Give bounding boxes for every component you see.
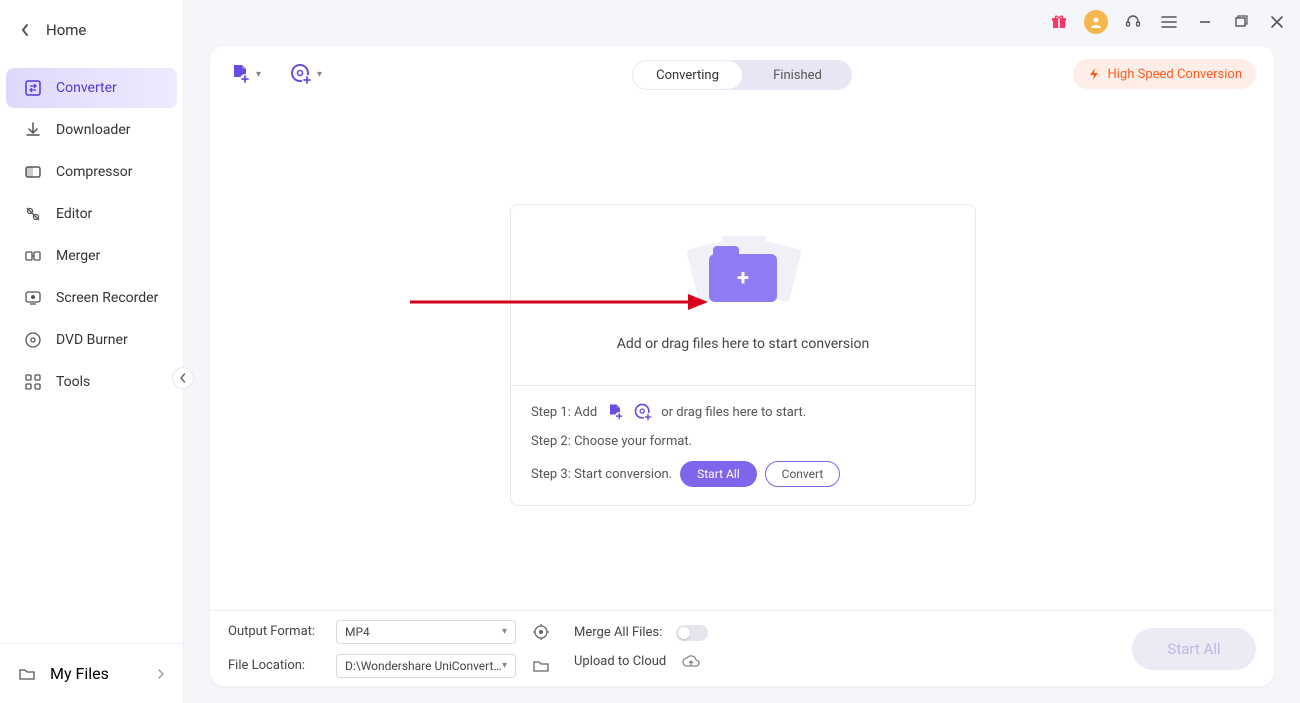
file-location-label: File Location: [228, 658, 322, 673]
close-button[interactable] [1266, 11, 1288, 33]
sidebar-item-downloader[interactable]: Downloader [6, 110, 177, 150]
chevron-left-icon [20, 23, 30, 37]
user-icon [1089, 15, 1103, 29]
high-speed-conversion-button[interactable]: High Speed Conversion [1073, 59, 1256, 89]
minimize-button[interactable] [1194, 11, 1216, 33]
sidebar-item-compressor[interactable]: Compressor [6, 152, 177, 192]
add-disc-icon [289, 62, 313, 86]
dvd-burner-icon [24, 331, 42, 349]
add-disc-button[interactable]: ▾ [289, 62, 322, 86]
chevron-down-icon: ▾ [317, 69, 322, 80]
file-location-select[interactable]: D:\Wondershare UniConverter ▾ [336, 654, 516, 678]
dropzone-prompt: Add or drag files here to start conversi… [617, 336, 870, 352]
editor-icon [24, 205, 42, 223]
tab-finished[interactable]: Finished [743, 61, 852, 89]
add-folder-icon: + [709, 254, 777, 302]
folder-illustration: + [678, 238, 808, 318]
sidebar-item-dvd-burner[interactable]: DVD Burner [6, 320, 177, 360]
sidebar-item-label: Screen Recorder [56, 290, 158, 306]
sidebar-item-converter[interactable]: Converter [6, 68, 177, 108]
my-files-label: My Files [50, 664, 109, 683]
start-all-main-button[interactable]: Start All [1132, 628, 1256, 670]
add-file-icon [228, 62, 252, 86]
dropzone-card: + Add or drag files here to start conver… [510, 204, 976, 506]
tab-label: Converting [656, 68, 719, 83]
titlebar [184, 0, 1300, 44]
sidebar-item-tools[interactable]: Tools [6, 362, 177, 402]
step1-text-b: or drag files here to start. [661, 405, 806, 420]
lightning-icon [1087, 67, 1101, 81]
chevron-down-icon: ▾ [502, 660, 507, 671]
output-settings-icon[interactable] [530, 621, 552, 643]
tools-icon [24, 373, 42, 391]
step1-text-a: Step 1: Add [531, 405, 597, 420]
tab-label: Finished [773, 68, 822, 83]
output-format-value: MP4 [345, 625, 370, 639]
maximize-button[interactable] [1230, 11, 1252, 33]
sidebar-list: Converter Downloader Compressor Editor M… [0, 60, 183, 402]
step-1: Step 1: Add or drag files here to start. [531, 402, 955, 422]
add-file-icon [605, 402, 625, 422]
convert-button[interactable]: Convert [765, 461, 841, 487]
steps-area: Step 1: Add or drag files here to start.… [511, 385, 975, 505]
converter-panel: ▾ ▾ Converting Finished High Speed Conve… [210, 46, 1274, 686]
panel-toolbar: ▾ ▾ Converting Finished High Speed Conve… [210, 46, 1274, 102]
output-format-select[interactable]: MP4 ▾ [336, 620, 516, 644]
upload-cloud-label: Upload to Cloud [574, 654, 666, 669]
merge-all-toggle[interactable] [676, 625, 708, 641]
main-area: ▾ ▾ Converting Finished High Speed Conve… [184, 0, 1300, 703]
home-label: Home [46, 21, 86, 39]
sidebar-item-screen-recorder[interactable]: Screen Recorder [6, 278, 177, 318]
compressor-icon [24, 163, 42, 181]
open-folder-icon[interactable] [530, 655, 552, 677]
sidebar-item-editor[interactable]: Editor [6, 194, 177, 234]
bottom-bar: Output Format: MP4 ▾ File Location: D:\W… [210, 610, 1274, 686]
start-all-label: Start All [697, 467, 740, 481]
home-back[interactable]: Home [0, 0, 183, 60]
sidebar-item-label: Downloader [56, 122, 131, 138]
merge-all-label: Merge All Files: [574, 625, 662, 640]
chevron-left-icon [179, 373, 187, 383]
chevron-down-icon: ▾ [256, 69, 261, 80]
output-format-label: Output Format: [228, 624, 322, 639]
step-2: Step 2: Choose your format. [531, 434, 955, 449]
add-file-button[interactable]: ▾ [228, 62, 261, 86]
convert-label: Convert [782, 467, 824, 481]
tab-converting[interactable]: Converting [633, 61, 742, 89]
status-tabs: Converting Finished [632, 60, 852, 90]
support-icon[interactable] [1122, 11, 1144, 33]
add-disc-icon [633, 402, 653, 422]
sidebar-item-label: DVD Burner [56, 332, 128, 348]
sidebar-item-label: Editor [56, 206, 92, 222]
my-files-button[interactable]: My Files [0, 643, 183, 703]
sidebar-item-label: Tools [56, 374, 90, 390]
merger-icon [24, 247, 42, 265]
cloud-upload-icon[interactable] [680, 651, 702, 673]
sidebar-item-label: Merger [56, 248, 100, 264]
converter-icon [24, 79, 42, 97]
sidebar-collapse-button[interactable] [172, 367, 194, 389]
menu-icon[interactable] [1158, 11, 1180, 33]
screen-recorder-icon [24, 289, 42, 307]
downloader-icon [24, 121, 42, 139]
user-avatar[interactable] [1084, 10, 1108, 34]
chevron-down-icon: ▾ [502, 626, 507, 637]
drop-target[interactable]: + Add or drag files here to start conver… [511, 205, 975, 385]
start-all-main-label: Start All [1167, 640, 1220, 658]
start-all-button[interactable]: Start All [680, 461, 757, 487]
sidebar: Home Converter Downloader Compressor Edi… [0, 0, 184, 703]
high-speed-label: High Speed Conversion [1107, 67, 1242, 82]
sidebar-item-label: Compressor [56, 164, 132, 180]
folder-icon [18, 665, 36, 683]
sidebar-item-label: Converter [56, 80, 117, 96]
step-3: Step 3: Start conversion. Start All Conv… [531, 461, 955, 487]
sidebar-item-merger[interactable]: Merger [6, 236, 177, 276]
gift-icon[interactable] [1048, 11, 1070, 33]
chevron-right-icon [157, 668, 165, 680]
file-location-value: D:\Wondershare UniConverter [345, 659, 502, 673]
step2-text: Step 2: Choose your format. [531, 434, 692, 449]
step3-text: Step 3: Start conversion. [531, 467, 672, 482]
